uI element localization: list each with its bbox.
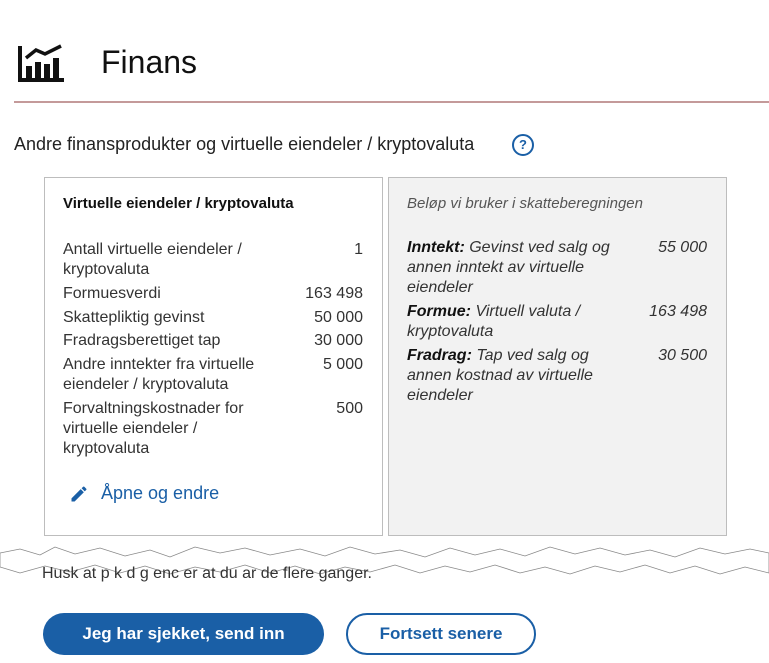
row-label: Formuesverdi — [63, 285, 161, 302]
tax-row-value: 163 498 — [649, 303, 707, 320]
question-circle-icon[interactable]: ? — [512, 134, 534, 156]
tax-row-value: 30 500 — [658, 347, 707, 364]
page-header: Finans — [18, 40, 769, 102]
crypto-card: Virtuelle eiendeler / kryptovaluta Antal… — [44, 177, 383, 536]
section-title: Andre finansprodukter og virtuelle eiend… — [14, 134, 475, 154]
row-forvaltning: Forvaltningskostnader for virtuelle eien… — [63, 399, 363, 459]
row-andre-inntekter: Andre inntekter fra virtuelle eiendeler … — [63, 355, 363, 395]
page-title: Finans — [101, 44, 198, 80]
tax-row-value: 55 000 — [658, 239, 707, 256]
tax-row-fradrag: Fradrag: Tap ved salg og annen kostnad a… — [407, 346, 707, 406]
tax-row-key: Fradrag: — [407, 347, 472, 364]
row-label: Skattepliktig gevinst — [63, 309, 205, 326]
tax-summary-heading: Beløp vi bruker i skatteberegningen — [407, 195, 643, 212]
open-edit-label: Åpne og endre — [101, 483, 220, 503]
submit-button[interactable]: Jeg har sjekket, send inn — [43, 613, 324, 655]
tax-row-formue: Formue: Virtuell valuta / kryptovaluta 1… — [407, 302, 707, 342]
row-label: Andre inntekter fra virtuelle eiendeler … — [63, 356, 255, 393]
row-tap: Fradragsberettiget tap 30 000 — [63, 331, 363, 351]
row-value: 5 000 — [322, 356, 363, 373]
row-value: 50 000 — [314, 309, 363, 326]
bar-chart-icon — [18, 44, 64, 82]
obscured-text: Husk at p k d g enc er at du ar de flere… — [42, 565, 372, 582]
row-formuesverdi: Formuesverdi 163 498 — [63, 284, 363, 304]
pencil-icon — [71, 485, 87, 501]
header-divider — [14, 101, 769, 103]
row-value: 500 — [336, 400, 363, 417]
tax-summary-card: Beløp vi bruker i skatteberegningen Innt… — [388, 177, 727, 536]
tax-row-inntekt: Inntekt: Gevinst ved salg og annen innte… — [407, 238, 707, 298]
continue-later-button[interactable]: Fortsett senere — [346, 613, 536, 655]
row-antall: Antall virtuelle eiendeler / kryptovalut… — [63, 240, 363, 280]
open-edit-link[interactable]: Åpne og endre — [69, 483, 219, 504]
row-value: 30 000 — [314, 332, 363, 349]
row-label: Forvaltningskostnader for virtuelle eien… — [63, 400, 244, 457]
row-label: Antall virtuelle eiendeler / kryptovalut… — [63, 241, 242, 278]
row-label: Fradragsberettiget tap — [63, 332, 221, 349]
row-gevinst: Skattepliktig gevinst 50 000 — [63, 308, 363, 328]
tax-row-key: Inntekt: — [407, 239, 465, 256]
crypto-card-title: Virtuelle eiendeler / kryptovaluta — [63, 195, 294, 212]
tax-row-key: Formue: — [407, 303, 471, 320]
row-value: 1 — [354, 241, 363, 258]
row-value: 163 498 — [305, 285, 363, 302]
